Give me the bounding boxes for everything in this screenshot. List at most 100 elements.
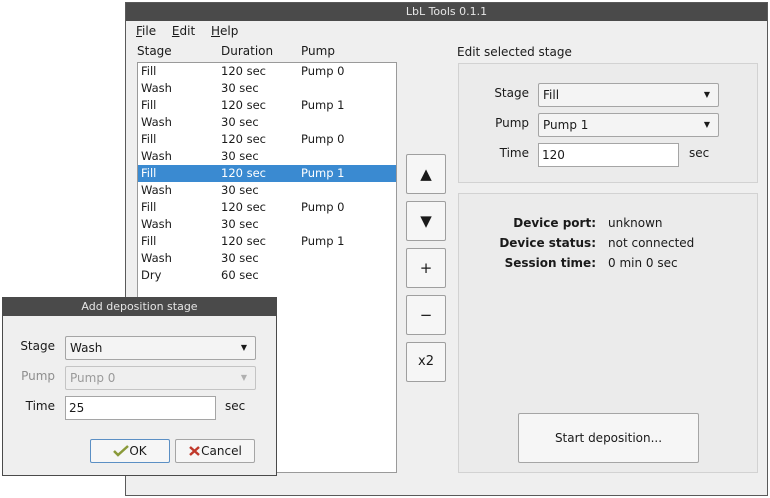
cancel-icon: [189, 446, 201, 456]
session-time-value: 0 min 0 sec: [608, 256, 678, 270]
plus-icon: +: [419, 259, 433, 277]
stage-row[interactable]: Fill 120 sec Pump 1: [138, 165, 396, 182]
window-title: LbL Tools 0.1.1: [126, 3, 767, 21]
stage-row-duration: 120 sec: [221, 166, 266, 180]
stage-row-stage: Wash: [141, 115, 172, 129]
move-up-button[interactable]: ▲: [406, 154, 446, 194]
dialog-time-label: Time: [25, 399, 55, 413]
duplicate-button[interactable]: x2: [406, 342, 446, 382]
stage-row-duration: 120 sec: [221, 98, 266, 112]
stage-row-duration: 120 sec: [221, 64, 266, 78]
menu-file[interactable]: File: [136, 24, 156, 38]
stage-row-pump: Pump 1: [301, 166, 345, 180]
stage-row-pump: Pump 0: [301, 64, 345, 78]
stage-label: Stage: [494, 86, 529, 100]
dialog-time-input[interactable]: 25: [65, 396, 216, 420]
dialog-stage-combo[interactable]: Wash ▼: [65, 336, 256, 360]
dialog-pump-value: Pump 0: [70, 371, 116, 385]
ok-icon: [113, 445, 130, 457]
arrow-down-icon: ▼: [420, 212, 432, 230]
stage-row[interactable]: Dry 60 sec: [138, 267, 396, 284]
stage-row[interactable]: Fill 120 sec Pump 0: [138, 131, 396, 148]
stage-row-stage: Wash: [141, 217, 172, 231]
cancel-button[interactable]: Cancel: [175, 439, 255, 463]
stage-row-duration: 30 sec: [221, 149, 259, 163]
stage-row-pump: Pump 1: [301, 234, 345, 248]
pump-label: Pump: [495, 116, 529, 130]
stage-row-stage: Fill: [141, 166, 157, 180]
time-input[interactable]: 120: [538, 143, 679, 167]
stage-row-duration: 30 sec: [221, 251, 259, 265]
move-down-button[interactable]: ▼: [406, 201, 446, 241]
ok-button[interactable]: OK: [90, 439, 170, 463]
remove-stage-button[interactable]: −: [406, 295, 446, 335]
minus-icon: −: [419, 306, 433, 324]
stage-row[interactable]: Fill 120 sec Pump 0: [138, 199, 396, 216]
device-port-value: unknown: [608, 216, 663, 230]
pump-combo-value: Pump 1: [543, 118, 589, 132]
stage-row[interactable]: Wash 30 sec: [138, 114, 396, 131]
stage-row-duration: 30 sec: [221, 115, 259, 129]
stage-row-stage: Wash: [141, 149, 172, 163]
time-unit: sec: [689, 146, 710, 160]
stage-row-duration: 120 sec: [221, 200, 266, 214]
device-status-value: not connected: [608, 236, 695, 250]
pump-combo[interactable]: Pump 1 ▼: [538, 113, 719, 137]
edit-stage-group: Stage Fill ▼ Pump Pump 1 ▼ Time 120 sec: [458, 63, 758, 183]
stage-combo[interactable]: Fill ▼: [538, 83, 719, 107]
stage-row-stage: Fill: [141, 200, 157, 214]
device-group: Device port: unknown Device status: not …: [458, 193, 758, 473]
chevron-down-icon: ▼: [240, 343, 247, 352]
stage-row[interactable]: Wash 30 sec: [138, 148, 396, 165]
stage-row-pump: Pump 1: [301, 98, 345, 112]
dialog-stage-value: Wash: [70, 341, 103, 355]
stage-row-stage: Fill: [141, 64, 157, 78]
stage-row-stage: Wash: [141, 81, 172, 95]
stage-row[interactable]: Fill 120 sec Pump 1: [138, 233, 396, 250]
dialog-stage-label: Stage: [20, 339, 55, 353]
dialog-time-unit: sec: [225, 399, 246, 413]
chevron-down-icon: ▼: [703, 120, 710, 129]
stage-row[interactable]: Wash 30 sec: [138, 250, 396, 267]
edit-stage-heading: Edit selected stage: [457, 45, 572, 59]
chevron-down-icon: ▼: [703, 90, 710, 99]
stage-row[interactable]: Fill 120 sec Pump 0: [138, 63, 396, 80]
stage-row-stage: Wash: [141, 183, 172, 197]
chevron-down-icon: ▼: [240, 373, 247, 382]
dialog-pump-label: Pump: [21, 369, 55, 383]
menu-edit[interactable]: Edit: [172, 24, 195, 38]
stage-row-stage: Wash: [141, 251, 172, 265]
stage-row-duration: 120 sec: [221, 132, 266, 146]
stage-row-duration: 60 sec: [221, 268, 259, 282]
add-stage-dialog: Add deposition stage Stage Wash ▼ Pump P…: [2, 297, 277, 476]
session-time-label: Session time:: [504, 256, 596, 270]
stage-row-stage: Dry: [141, 268, 162, 282]
stage-row[interactable]: Wash 30 sec: [138, 182, 396, 199]
stage-row-stage: Fill: [141, 234, 157, 248]
add-stage-button[interactable]: +: [406, 248, 446, 288]
dialog-pump-combo: Pump 0 ▼: [65, 366, 256, 390]
time-label: Time: [499, 146, 529, 160]
stage-row-duration: 30 sec: [221, 183, 259, 197]
dialog-title: Add deposition stage: [3, 298, 276, 316]
start-deposition-button[interactable]: Start deposition...: [518, 413, 699, 463]
stage-row[interactable]: Wash 30 sec: [138, 216, 396, 233]
menu-bar: File Edit Help: [136, 24, 250, 42]
stage-row-duration: 120 sec: [221, 234, 266, 248]
stage-row-stage: Fill: [141, 98, 157, 112]
column-header-duration[interactable]: Duration: [221, 44, 273, 58]
device-port-label: Device port:: [513, 216, 596, 230]
arrow-up-icon: ▲: [420, 165, 432, 183]
stage-row-duration: 30 sec: [221, 81, 259, 95]
stage-row-pump: Pump 0: [301, 132, 345, 146]
stage-row[interactable]: Wash 30 sec: [138, 80, 396, 97]
menu-help[interactable]: Help: [211, 24, 238, 38]
stage-row-duration: 30 sec: [221, 217, 259, 231]
stage-row-stage: Fill: [141, 132, 157, 146]
stage-combo-value: Fill: [543, 88, 560, 102]
stage-row-pump: Pump 0: [301, 200, 345, 214]
stage-row[interactable]: Fill 120 sec Pump 1: [138, 97, 396, 114]
column-header-pump[interactable]: Pump: [301, 44, 335, 58]
column-header-stage[interactable]: Stage: [137, 44, 172, 58]
device-status-label: Device status:: [499, 236, 596, 250]
